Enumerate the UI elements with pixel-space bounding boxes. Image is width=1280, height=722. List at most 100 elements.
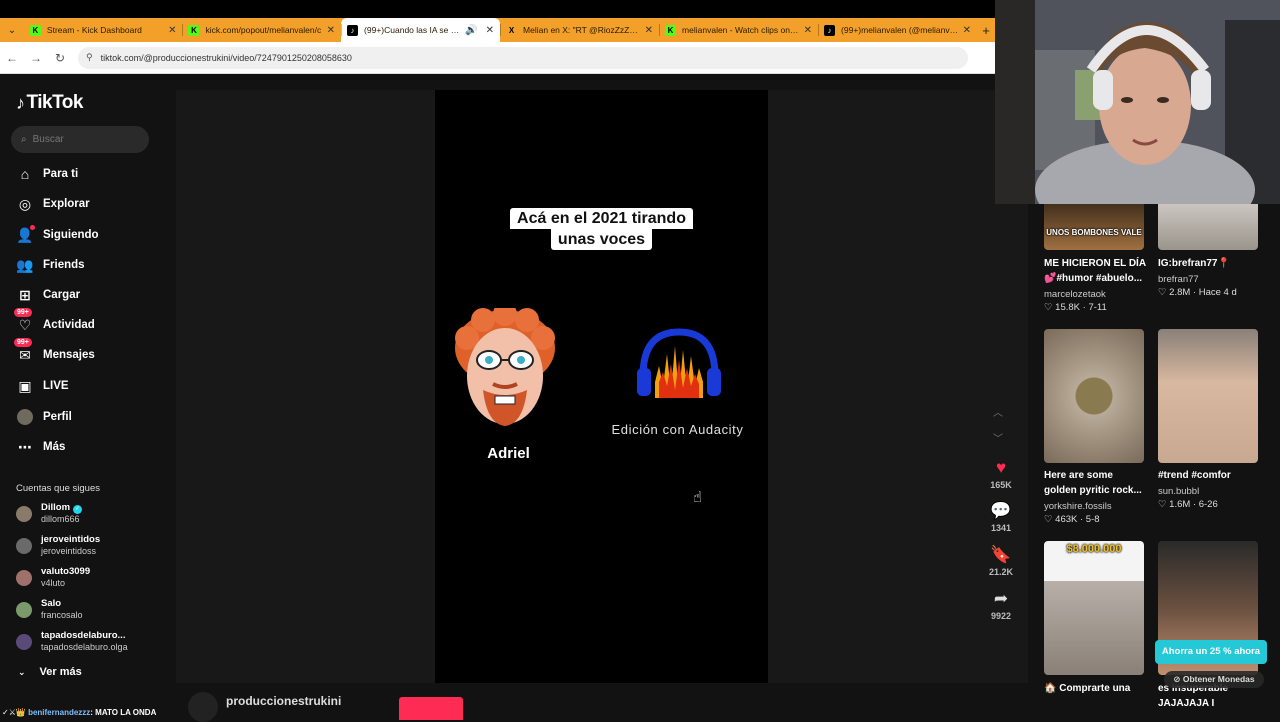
upload-icon: ⊞ bbox=[19, 286, 31, 303]
following-account[interactable]: valuto3099 v4luto bbox=[16, 566, 90, 589]
browser-tab[interactable]: K kick.com/popout/melianvalen/c ✕ bbox=[182, 18, 341, 42]
close-icon[interactable]: ✕ bbox=[963, 25, 971, 36]
nav-live[interactable]: ▣ LIVE bbox=[16, 377, 68, 395]
adriel-cartoon-face bbox=[455, 308, 555, 426]
video-thumbnail[interactable]: $8.000.000 bbox=[1044, 541, 1144, 675]
speaker-icon[interactable]: 🔊 bbox=[465, 25, 477, 36]
rec-author[interactable]: sun.bubbl bbox=[1158, 486, 1199, 497]
tab-title: melianvalen - Watch clips on Ki bbox=[682, 25, 800, 35]
rec-title[interactable]: 🏠 Comprarte una bbox=[1044, 681, 1130, 696]
rec-title[interactable]: Here are some golden pyritic rock... bbox=[1044, 468, 1142, 498]
browser-tab[interactable]: ♪ (99+)melianvalen (@melianvale ✕ bbox=[818, 18, 977, 42]
tiktok-logo[interactable]: ♪ TikTok bbox=[16, 92, 83, 114]
like-button[interactable]: ♥ 165K bbox=[985, 458, 1017, 490]
follow-button[interactable] bbox=[399, 697, 463, 720]
following-account[interactable]: tapadosdelaburo... tapadosdelaburo.olga bbox=[16, 630, 128, 653]
following-account[interactable]: Salo francosalo bbox=[16, 598, 83, 621]
notification-badge: 99+ bbox=[14, 308, 32, 317]
close-icon[interactable]: ✕ bbox=[168, 25, 176, 36]
new-tab-button[interactable]: + bbox=[977, 18, 995, 42]
like-count: 165K bbox=[990, 480, 1012, 490]
home-icon: ⌂ bbox=[20, 166, 30, 182]
rec-meta: ♡ 463K · 5-8 bbox=[1044, 514, 1100, 525]
nav-siguiendo[interactable]: 👤 Siguiendo bbox=[16, 225, 99, 244]
nav-actividad[interactable]: ♡ 99+ Actividad bbox=[14, 308, 95, 334]
rec-title[interactable]: #trend #comfor bbox=[1158, 468, 1231, 483]
nav-mensajes[interactable]: ✉ 99+ Mensajes bbox=[14, 338, 95, 364]
rec-author[interactable]: yorkshire.fossils bbox=[1044, 501, 1112, 512]
top-black-strip bbox=[0, 0, 995, 18]
reload-icon[interactable]: ↻ bbox=[48, 51, 72, 65]
search-box[interactable]: ⌕ bbox=[11, 126, 149, 153]
hand-cursor-icon: ☝ bbox=[693, 489, 703, 506]
account-handle: francosalo bbox=[41, 610, 83, 620]
search-input[interactable] bbox=[32, 134, 133, 145]
tiktok-icon: ♪ bbox=[824, 24, 836, 36]
share-count: 9922 bbox=[990, 611, 1012, 621]
account-name: jeroveintidos bbox=[41, 534, 101, 545]
rec-title[interactable]: ME HICIERON EL DÍA 💕#humor #abuelo... bbox=[1044, 256, 1146, 286]
comment-button[interactable]: 💬 1341 bbox=[985, 501, 1017, 533]
video-thumbnail[interactable]: UNOS BOMBONES VALE bbox=[1044, 200, 1144, 250]
tab-search-chevron-icon[interactable]: ⌄ bbox=[0, 18, 24, 42]
browser-tab[interactable]: X Melian en X: "RT @RiozZzZ_: co ✕ bbox=[500, 18, 659, 42]
chat-text: : MATO LA ONDA bbox=[90, 708, 157, 717]
url-text: tiktok.com/@produccionestrukini/video/72… bbox=[100, 52, 352, 63]
nav-para-ti[interactable]: ⌂ Para ti bbox=[16, 165, 78, 183]
coin-icon: ⊘ bbox=[1173, 674, 1183, 684]
see-more-label: Ver más bbox=[39, 666, 82, 678]
rec-meta: ♡ 1.6M · 6-26 bbox=[1158, 499, 1218, 510]
browser-tab[interactable]: K melianvalen - Watch clips on Ki ✕ bbox=[659, 18, 818, 42]
sidebar: ♪ TikTok ⌕ ⌂ Para ti ◎ Explorar 👤 Siguie… bbox=[0, 74, 176, 720]
comment-count: 1341 bbox=[990, 523, 1012, 533]
chevron-down-icon: ⌄ bbox=[18, 666, 26, 677]
nav-cargar[interactable]: ⊞ Cargar bbox=[16, 286, 80, 304]
tiktok-icon: ♪ bbox=[347, 24, 359, 36]
x-icon: X bbox=[508, 25, 515, 35]
coins-label: Obtener Monedas bbox=[1182, 674, 1255, 684]
browser-tab[interactable]: K Stream - Kick Dashboard ✕ bbox=[24, 18, 183, 42]
heart-outline-icon: ♡ bbox=[1158, 287, 1170, 298]
see-more-button[interactable]: ⌄ Ver más bbox=[18, 666, 82, 678]
browser-tab-active[interactable]: ♪ (99+)Cuando las IA se perfe 🔊 ✕ bbox=[341, 18, 501, 42]
nav-perfil[interactable]: Perfil bbox=[16, 408, 72, 426]
video-thumbnail[interactable] bbox=[1158, 200, 1258, 250]
nav-mas[interactable]: ⋯ Más bbox=[16, 438, 65, 456]
bookmark-button[interactable]: 🔖 21.2K bbox=[985, 545, 1017, 577]
video-player[interactable]: Acá en el 2021 tirando unas voces Adriel… bbox=[435, 90, 768, 683]
avatar bbox=[16, 537, 32, 554]
rec-author[interactable]: marcelozetaok bbox=[1044, 289, 1106, 300]
close-icon[interactable]: ✕ bbox=[645, 25, 653, 36]
chat-username: benifernandezzz bbox=[28, 708, 91, 717]
following-account[interactable]: Dillom ✓ dillom666 bbox=[16, 502, 83, 525]
nav-friends[interactable]: 👥 Friends bbox=[16, 256, 84, 274]
kick-icon: K bbox=[29, 24, 41, 36]
share-button[interactable]: ➦ 9922 bbox=[985, 589, 1017, 621]
close-icon[interactable]: ✕ bbox=[486, 25, 494, 36]
nav-explorar[interactable]: ◎ Explorar bbox=[16, 195, 90, 213]
rec-author[interactable]: brefran77 bbox=[1158, 274, 1199, 285]
back-arrow-icon[interactable]: ← bbox=[0, 51, 24, 65]
video-thumbnail[interactable] bbox=[1044, 329, 1144, 463]
chevron-down-icon[interactable]: ﹀ bbox=[993, 430, 1003, 445]
account-name: Salo bbox=[41, 598, 62, 609]
account-name: Dillom bbox=[41, 502, 71, 513]
chevron-up-icon[interactable]: ︿ bbox=[993, 404, 1003, 419]
tiktok-note-icon: ♪ bbox=[16, 92, 25, 113]
forward-arrow-icon[interactable]: → bbox=[24, 51, 48, 65]
address-bar: ← → ↻ ⚲ tiktok.com/@produccionestrukini/… bbox=[0, 42, 995, 74]
close-icon[interactable]: ✕ bbox=[804, 25, 812, 36]
coins-button[interactable]: ⊘ Obtener Monedas bbox=[1164, 671, 1264, 688]
promo-button[interactable]: Ahorra un 25 % ahora bbox=[1155, 640, 1267, 664]
compass-icon: ◎ bbox=[18, 195, 32, 212]
site-info-icon[interactable]: ⚲ bbox=[86, 52, 93, 63]
avatar bbox=[16, 569, 32, 586]
close-icon[interactable]: ✕ bbox=[327, 25, 335, 36]
following-account[interactable]: jeroveintidos jeroveintidoss bbox=[16, 534, 100, 557]
url-field[interactable]: ⚲ tiktok.com/@produccionestrukini/video/… bbox=[78, 46, 968, 69]
avatar bbox=[16, 633, 32, 650]
caption-line: Acá en el 2021 tirando bbox=[510, 208, 693, 229]
video-thumbnail[interactable] bbox=[1158, 329, 1258, 463]
rec-title[interactable]: IG:brefran77📍 bbox=[1158, 256, 1230, 271]
video-caption: Acá en el 2021 tirando unas voces bbox=[435, 208, 768, 250]
